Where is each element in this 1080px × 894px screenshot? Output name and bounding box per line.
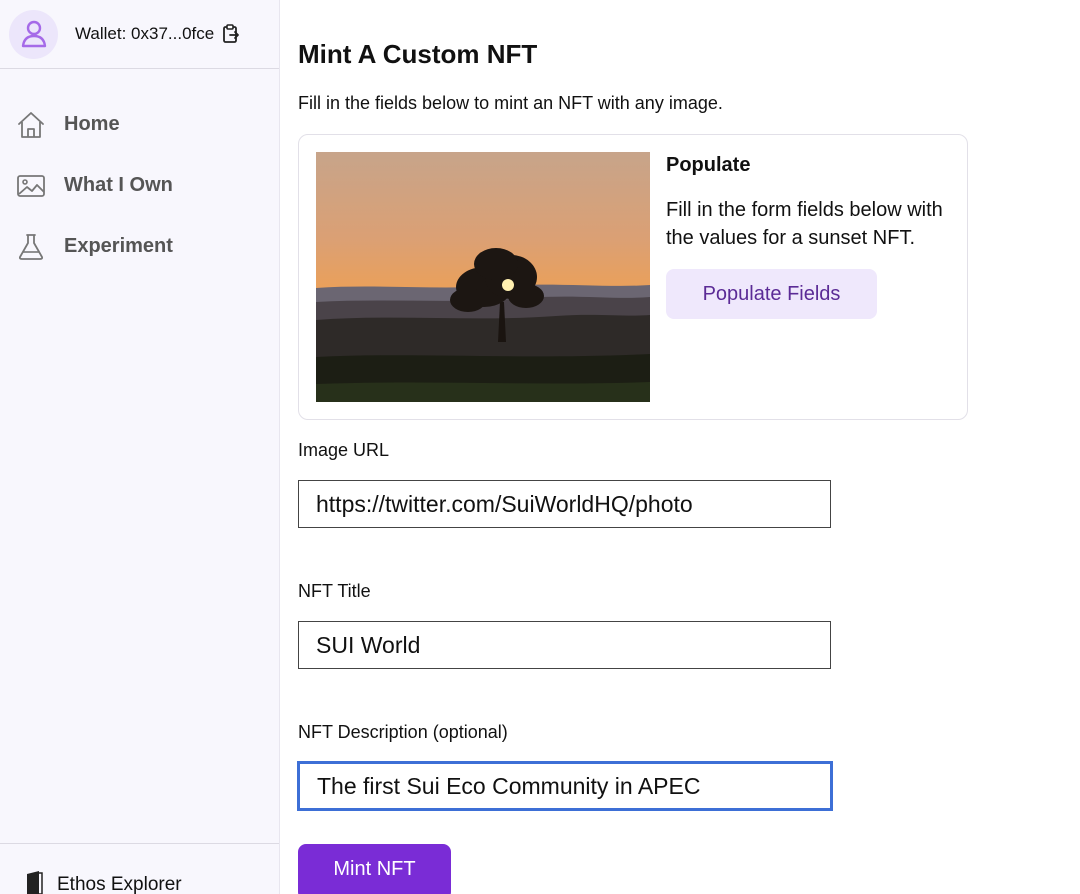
flask-icon bbox=[15, 231, 47, 263]
sidebar-nav: Home What I Own Experiment bbox=[0, 69, 279, 277]
sidebar-item-experiment[interactable]: Experiment bbox=[0, 216, 279, 277]
sidebar-item-home[interactable]: Home bbox=[0, 94, 279, 155]
sidebar-item-what-i-own[interactable]: What I Own bbox=[0, 155, 279, 216]
nft-title-input[interactable] bbox=[298, 621, 831, 669]
populate-fields-button[interactable]: Populate Fields bbox=[666, 269, 877, 319]
page-subtitle: Fill in the fields below to mint an NFT … bbox=[298, 93, 723, 113]
image-url-label: Image URL bbox=[298, 440, 390, 460]
sidebar-item-ethos-explorer[interactable]: Ethos Explorer bbox=[0, 843, 279, 894]
populate-card: Populate Fill in the form fields below w… bbox=[298, 134, 968, 420]
populate-description: Fill in the form fields below with the v… bbox=[666, 199, 943, 249]
sidebar-item-label: Experiment bbox=[64, 235, 173, 257]
user-icon[interactable] bbox=[9, 9, 58, 59]
clipboard-copy-icon[interactable] bbox=[222, 24, 240, 44]
page-title: Mint A Custom NFT bbox=[298, 39, 538, 69]
sunset-photo bbox=[316, 152, 650, 402]
mint-nft-button[interactable]: Mint NFT bbox=[298, 844, 451, 894]
book-icon bbox=[24, 870, 44, 894]
main-content: Mint A Custom NFT Fill in the fields bel… bbox=[298, 0, 1058, 894]
sidebar-item-label: What I Own bbox=[64, 174, 173, 196]
populate-heading: Populate bbox=[666, 154, 751, 176]
wallet-header: Wallet: 0x37...0fce bbox=[0, 0, 279, 69]
populate-card-body: Populate Fill in the form fields below w… bbox=[666, 154, 956, 319]
sidebar-footer-label: Ethos Explorer bbox=[57, 874, 182, 894]
nft-description-label: NFT Description (optional) bbox=[298, 722, 508, 742]
nft-description-input[interactable] bbox=[298, 762, 832, 810]
image-gallery-icon bbox=[15, 170, 47, 202]
sidebar-item-label: Home bbox=[64, 113, 120, 135]
home-icon bbox=[15, 109, 47, 141]
nft-title-label: NFT Title bbox=[298, 581, 371, 601]
image-url-input[interactable] bbox=[298, 480, 831, 528]
wallet-address: Wallet: 0x37...0fce bbox=[75, 24, 215, 43]
sidebar: Wallet: 0x37...0fce Home What I Own Expe… bbox=[0, 0, 280, 894]
